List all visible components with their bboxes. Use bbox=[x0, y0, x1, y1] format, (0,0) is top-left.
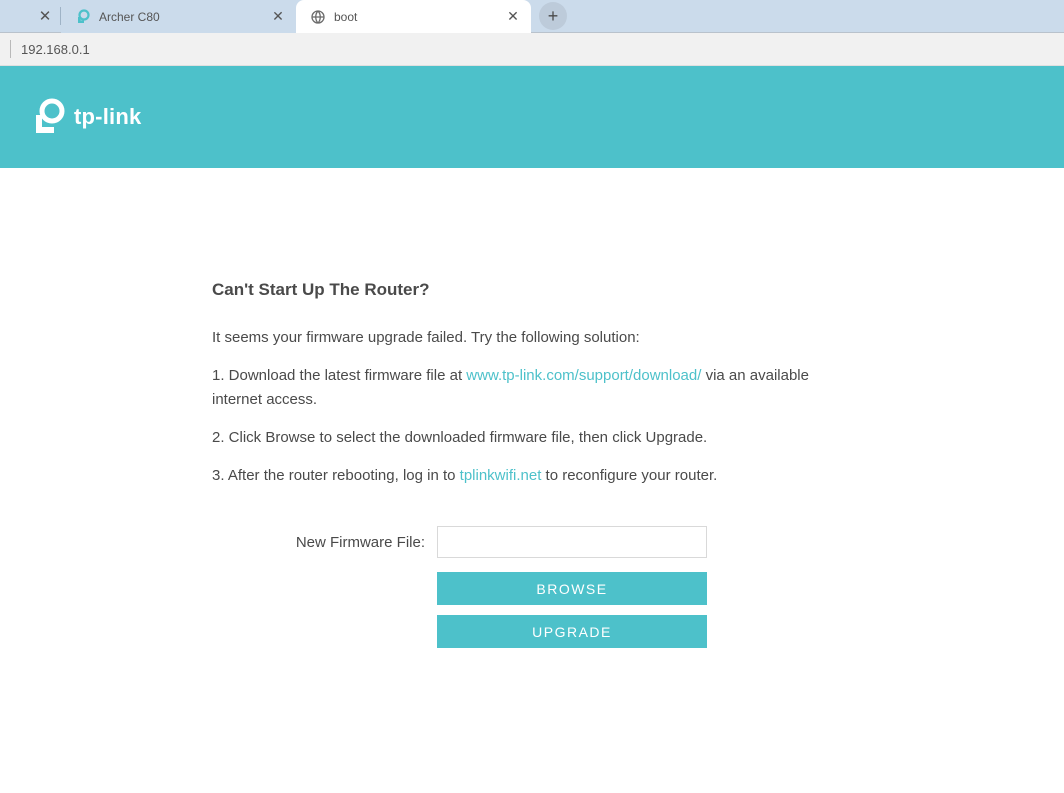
browser-tab-boot[interactable]: boot ✕ bbox=[296, 0, 531, 33]
address-separator bbox=[10, 40, 11, 58]
spacer bbox=[212, 572, 437, 605]
page-header: tp-link bbox=[0, 66, 1064, 168]
close-icon[interactable]: ✕ bbox=[505, 9, 521, 25]
step-3-text-a: 3. After the router rebooting, log in to bbox=[212, 467, 460, 484]
tplinkwifi-link[interactable]: tplinkwifi.net bbox=[460, 467, 542, 484]
close-icon[interactable]: ✕ bbox=[270, 9, 286, 25]
firmware-file-input[interactable] bbox=[437, 526, 707, 558]
firmware-file-row: New Firmware File: bbox=[212, 526, 852, 558]
upgrade-row: UPGRADE bbox=[212, 615, 852, 648]
intro-text: It seems your firmware upgrade failed. T… bbox=[212, 326, 852, 350]
firmware-file-label: New Firmware File: bbox=[212, 534, 437, 551]
spacer bbox=[212, 615, 437, 648]
browse-button[interactable]: BROWSE bbox=[437, 572, 707, 605]
tab-title: Archer C80 bbox=[99, 10, 262, 24]
browse-row: BROWSE bbox=[212, 572, 852, 605]
step-1: 1. Download the latest firmware file at … bbox=[212, 364, 852, 412]
browser-address-bar[interactable]: 192.168.0.1 bbox=[0, 33, 1064, 66]
tplink-logo: tp-link bbox=[28, 97, 141, 137]
step-2: 2. Click Browse to select the downloaded… bbox=[212, 426, 852, 450]
tplink-favicon-icon bbox=[75, 9, 91, 25]
tplink-logo-icon bbox=[28, 97, 68, 137]
browser-tab-archer[interactable]: Archer C80 ✕ bbox=[61, 0, 296, 33]
main-content: Can't Start Up The Router? It seems your… bbox=[0, 168, 1064, 658]
step-1-text-a: 1. Download the latest firmware file at bbox=[212, 367, 466, 384]
browser-tab-strip: ✕ Archer C80 ✕ boot ✕ + bbox=[0, 0, 1064, 33]
tab-title: boot bbox=[334, 10, 497, 24]
globe-favicon-icon bbox=[310, 9, 326, 25]
recovery-panel: Can't Start Up The Router? It seems your… bbox=[212, 280, 852, 658]
page-title: Can't Start Up The Router? bbox=[212, 280, 852, 300]
plus-icon: + bbox=[548, 6, 559, 27]
new-tab-button[interactable]: + bbox=[539, 2, 567, 30]
step-3: 3. After the router rebooting, log in to… bbox=[212, 464, 852, 488]
brand-text: tp-link bbox=[74, 104, 141, 130]
url-text: 192.168.0.1 bbox=[21, 42, 90, 57]
step-3-text-b: to reconfigure your router. bbox=[541, 467, 717, 484]
download-link[interactable]: www.tp-link.com/support/download/ bbox=[466, 367, 701, 384]
upgrade-button[interactable]: UPGRADE bbox=[437, 615, 707, 648]
previous-tab-close-icon[interactable]: ✕ bbox=[30, 0, 60, 32]
